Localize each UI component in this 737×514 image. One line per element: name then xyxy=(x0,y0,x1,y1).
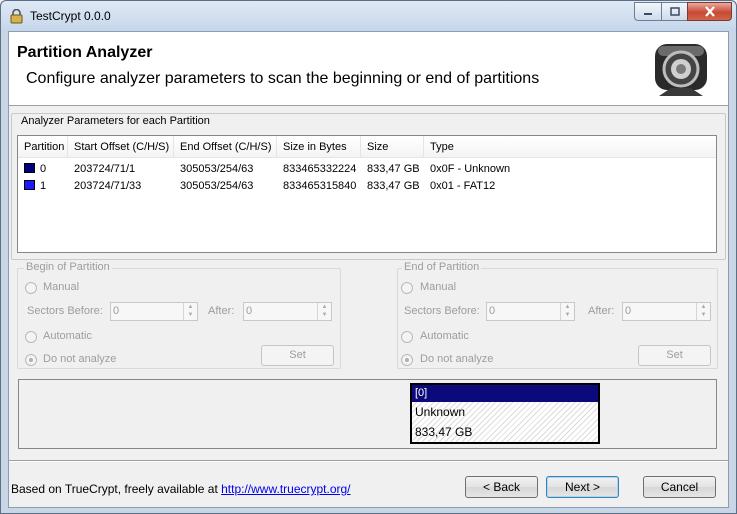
maximize-button[interactable] xyxy=(661,2,687,21)
begin-set-button[interactable]: Set xyxy=(261,345,334,366)
column-type[interactable]: Type xyxy=(424,136,716,158)
end-automatic-label[interactable]: Automatic xyxy=(420,330,469,342)
partition-info-body: Unknown 833,47 GB xyxy=(412,402,598,442)
column-start-offset[interactable]: Start Offset (C/H/S) xyxy=(68,136,174,158)
padlock-icon xyxy=(10,9,23,24)
partition-cell: 0 xyxy=(18,161,46,178)
begin-sectors-before-value: 0 xyxy=(113,305,120,317)
begin-after-label: After: xyxy=(208,305,235,317)
truecrypt-link[interactable]: http://www.truecrypt.org/ xyxy=(221,482,350,496)
spin-up-icon: ▲ xyxy=(187,304,194,310)
size-bytes-cell: 833465332224 xyxy=(283,163,357,175)
end-of-partition-label: End of Partition xyxy=(402,261,482,273)
page-title: Partition Analyzer xyxy=(17,44,153,61)
column-end-offset[interactable]: End Offset (C/H/S) xyxy=(174,136,277,158)
footer-divider xyxy=(9,460,728,462)
begin-sectors-before-input[interactable]: 0 ▲ ▼ xyxy=(110,302,198,321)
partition-color-swatch xyxy=(24,180,35,190)
end-do-not-analyze-radio[interactable] xyxy=(401,354,413,366)
partition-number: 1 xyxy=(40,180,47,192)
column-size[interactable]: Size xyxy=(361,136,424,158)
end-do-not-analyze-label[interactable]: Do not analyze xyxy=(420,353,493,365)
close-button[interactable] xyxy=(687,2,732,21)
column-partition[interactable]: Partition xyxy=(18,136,68,158)
footer-credit-text: Based on TrueCrypt, freely available at xyxy=(11,482,222,496)
footer-credit: Based on TrueCrypt, freely available at … xyxy=(11,482,351,496)
maximize-icon xyxy=(669,7,680,16)
size-cell: 833,47 GB xyxy=(367,180,420,192)
spin-up-icon: ▲ xyxy=(564,304,571,310)
partition-list-header: Partition Start Offset (C/H/S) End Offse… xyxy=(18,136,716,158)
caption-buttons xyxy=(634,2,732,22)
begin-after-stepper[interactable]: ▲ ▼ xyxy=(317,303,331,320)
partition-info-type: Unknown xyxy=(415,405,466,419)
partition-info-size: 833,47 GB xyxy=(415,425,473,439)
analyzer-parameters-label: Analyzer Parameters for each Partition xyxy=(19,115,212,127)
next-button[interactable]: Next > xyxy=(546,476,619,498)
start-offset-cell: 203724/71/33 xyxy=(74,180,142,192)
start-offset-cell: 203724/71/1 xyxy=(74,163,136,175)
partition-preview-panel xyxy=(18,379,717,449)
minimize-button[interactable] xyxy=(634,2,661,21)
spin-down-icon: ▼ xyxy=(700,312,707,318)
begin-automatic-label[interactable]: Automatic xyxy=(43,330,92,342)
end-sectors-before-label: Sectors Before: xyxy=(404,305,480,317)
back-button[interactable]: < Back xyxy=(465,476,538,498)
end-offset-cell: 305053/254/63 xyxy=(180,163,254,175)
partition-number: 0 xyxy=(40,163,47,175)
end-sectors-before-stepper[interactable]: ▲ ▼ xyxy=(560,303,574,320)
end-manual-radio[interactable] xyxy=(401,282,413,294)
title-bar[interactable]: TestCrypt 0.0.0 xyxy=(1,1,736,31)
wizard-header: Partition Analyzer Configure analyzer pa… xyxy=(9,32,728,106)
partition-info-box: [0] Unknown 833,47 GB xyxy=(410,383,600,444)
begin-sectors-before-stepper[interactable]: ▲ ▼ xyxy=(183,303,197,320)
end-manual-label[interactable]: Manual xyxy=(420,281,456,293)
end-after-stepper[interactable]: ▲ ▼ xyxy=(696,303,710,320)
end-sectors-before-input[interactable]: 0 ▲ ▼ xyxy=(486,302,575,321)
table-row[interactable]: 1 203724/71/33 305053/254/63 83346531584… xyxy=(18,178,716,195)
begin-after-input[interactable]: 0 ▲ ▼ xyxy=(243,302,332,321)
type-cell: 0x0F - Unknown xyxy=(430,163,511,175)
spin-down-icon: ▼ xyxy=(564,312,571,318)
end-after-value: 0 xyxy=(625,305,632,317)
end-offset-cell: 305053/254/63 xyxy=(180,180,254,192)
begin-sectors-before-label: Sectors Before: xyxy=(27,305,103,317)
begin-automatic-radio[interactable] xyxy=(25,331,37,343)
column-size-bytes[interactable]: Size in Bytes xyxy=(277,136,361,158)
end-automatic-radio[interactable] xyxy=(401,331,413,343)
spin-up-icon: ▲ xyxy=(321,304,328,310)
end-after-label: After: xyxy=(588,305,615,317)
begin-do-not-analyze-radio[interactable] xyxy=(25,354,37,366)
begin-manual-radio[interactable] xyxy=(25,282,37,294)
close-icon xyxy=(704,6,715,17)
type-cell: 0x01 - FAT12 xyxy=(430,180,496,192)
application-window: TestCrypt 0.0.0 Partition Analyzer Confi… xyxy=(0,0,737,514)
cancel-button[interactable]: Cancel xyxy=(643,476,716,498)
size-cell: 833,47 GB xyxy=(367,163,420,175)
partition-cell: 1 xyxy=(18,178,46,195)
minimize-icon xyxy=(644,12,652,15)
begin-of-partition-label: Begin of Partition xyxy=(24,261,112,273)
spin-up-icon: ▲ xyxy=(700,304,707,310)
window-title: TestCrypt 0.0.0 xyxy=(30,9,111,23)
wizard-client-area: Partition Analyzer Configure analyzer pa… xyxy=(8,31,729,508)
table-row[interactable]: 0 203724/71/1 305053/254/63 833465332224… xyxy=(18,161,716,178)
end-sectors-before-value: 0 xyxy=(489,305,496,317)
page-subtitle: Configure analyzer parameters to scan th… xyxy=(26,70,540,87)
end-set-button[interactable]: Set xyxy=(638,345,711,366)
spin-down-icon: ▼ xyxy=(321,312,328,318)
size-bytes-cell: 833465315840 xyxy=(283,180,357,192)
partition-info-header: [0] xyxy=(412,385,598,402)
begin-manual-label[interactable]: Manual xyxy=(43,281,79,293)
camera-lens-icon xyxy=(655,44,707,96)
end-after-input[interactable]: 0 ▲ ▼ xyxy=(622,302,711,321)
spin-down-icon: ▼ xyxy=(187,312,194,318)
begin-do-not-analyze-label[interactable]: Do not analyze xyxy=(43,353,116,365)
partition-list[interactable]: Partition Start Offset (C/H/S) End Offse… xyxy=(17,135,717,253)
begin-after-value: 0 xyxy=(246,305,253,317)
partition-color-swatch xyxy=(24,163,35,173)
